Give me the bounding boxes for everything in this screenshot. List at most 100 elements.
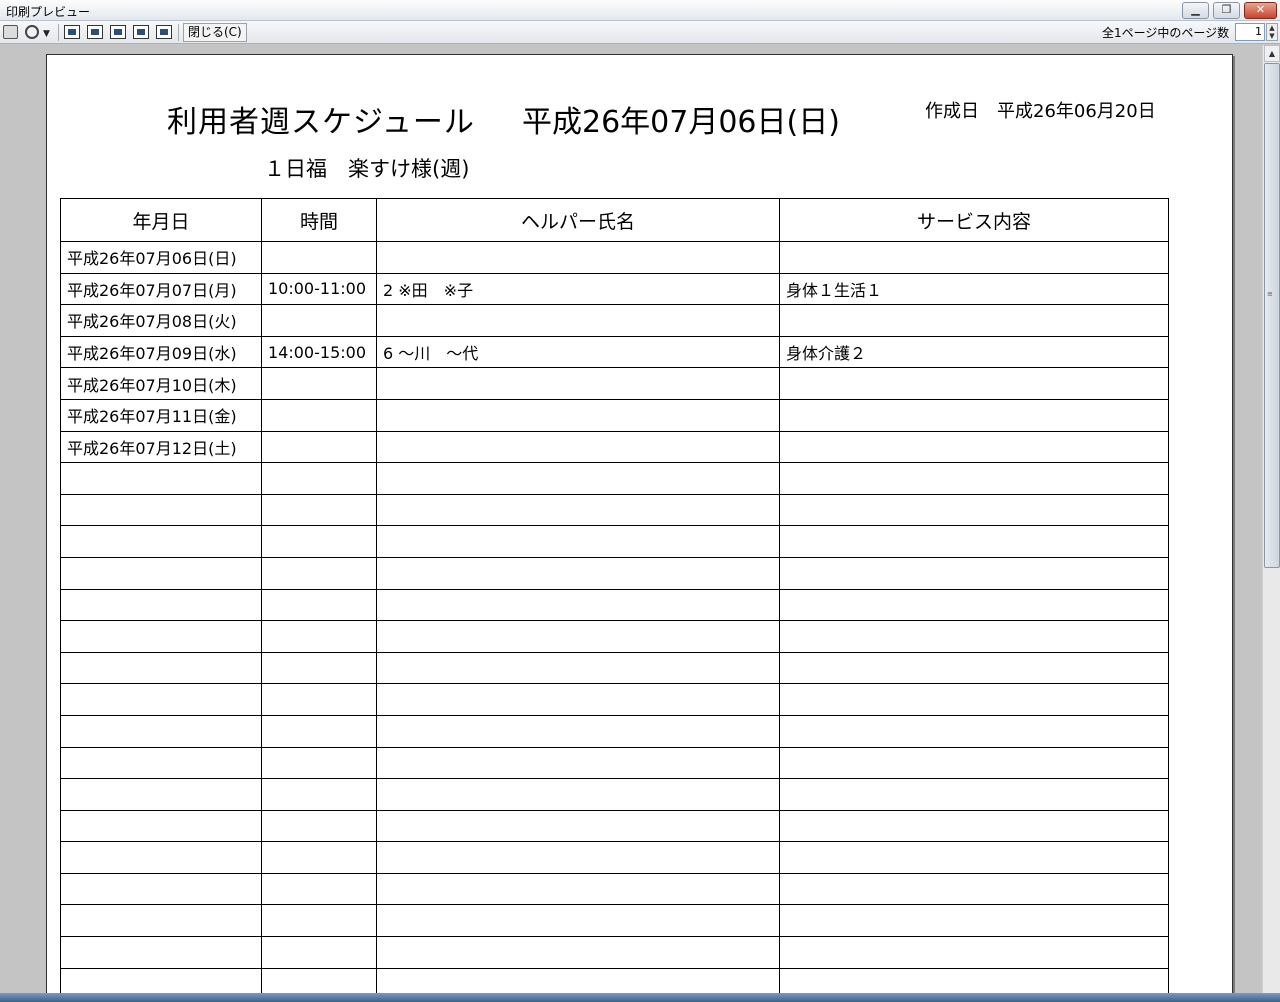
preview-area: 利用者週スケジュール 平成26年07月06日(日) 作成日 平成26年06月20… [0,45,1262,1002]
date-cell [60,651,262,685]
scroll-grip-icon: ≡ [1267,290,1273,298]
helper-cell [376,872,780,906]
service-cell [779,462,1169,495]
date-cell [60,841,262,874]
scrollbar-thumb[interactable] [1264,63,1280,568]
date-cell [60,588,262,622]
three-pages-icon[interactable] [110,25,126,39]
date-cell [60,620,262,653]
table-row [60,651,1169,685]
six-pages-icon[interactable] [156,25,172,39]
helper-cell [376,367,780,400]
table-row [60,872,1169,906]
time-cell [261,304,377,337]
time-cell [261,241,377,274]
two-pages-icon[interactable] [87,25,103,39]
helper-cell [376,241,780,274]
window-titlebar: 印刷プレビュー ▁ ❐ ✕ [0,0,1280,21]
date-cell: 平成26年07月07日(月) [60,272,262,306]
service-cell [779,651,1169,685]
service-cell [779,841,1169,874]
toolbar-separator [178,24,179,41]
time-cell [261,525,377,558]
table-row [60,809,1169,843]
time-cell [261,683,377,716]
column-header-time: 時間 [261,198,377,242]
table-row: 平成26年07月08日(火) [60,304,1169,337]
time-cell [261,556,377,590]
helper-cell [376,620,780,653]
time-cell: 10:00-11:00 [261,272,377,306]
date-cell [60,556,262,590]
service-cell [779,746,1169,780]
minimize-button[interactable]: ▁ [1182,2,1209,19]
toolbar-separator [58,24,59,41]
report-client-name: １日福 楽すけ様(週) [264,157,470,181]
service-cell [779,304,1169,337]
time-cell [261,588,377,622]
helper-cell: 6 ～川 ～代 [376,335,780,369]
date-cell [60,936,262,969]
table-row [60,493,1169,527]
time-cell [261,398,377,432]
time-cell [261,904,377,938]
table-row: 平成26年07月06日(日) [60,241,1169,274]
helper-cell [376,556,780,590]
close-window-button[interactable]: ✕ [1244,2,1277,19]
helper-cell [376,398,780,432]
time-cell [261,872,377,906]
service-cell [779,588,1169,622]
helper-cell [376,462,780,495]
helper-cell [376,778,780,811]
service-cell [779,936,1169,969]
scroll-up-icon[interactable]: ▲ [1264,45,1280,62]
service-cell [779,556,1169,590]
table-row: 平成26年07月07日(月) 10:00-11:00 2 ※田 ※子 身体１生活１ [60,272,1169,306]
table-row: 平成26年07月09日(水) 14:00-15:00 6 ～川 ～代 身体介護２ [60,335,1169,369]
service-cell [779,525,1169,558]
report-page: 利用者週スケジュール 平成26年07月06日(日) 作成日 平成26年06月20… [46,54,1233,1002]
zoom-icon[interactable] [25,25,39,39]
window-title: 印刷プレビュー [6,5,91,19]
service-cell [779,241,1169,274]
time-cell [261,367,377,400]
page-spinner[interactable]: ▲ ▼ [1266,23,1278,41]
time-cell [261,746,377,780]
helper-cell [376,525,780,558]
helper-cell [376,714,780,748]
four-pages-icon[interactable] [133,25,149,39]
table-row [60,778,1169,811]
service-cell: 身体介護２ [779,335,1169,369]
zoom-dropdown-icon[interactable]: ▼ [43,29,50,39]
print-icon[interactable] [3,25,18,39]
service-cell [779,493,1169,527]
service-cell [779,367,1169,400]
page-number-input[interactable]: 1 [1235,23,1265,41]
time-cell [261,462,377,495]
date-cell [60,683,262,716]
time-cell [261,936,377,969]
date-cell [60,904,262,938]
one-page-icon[interactable] [64,25,80,39]
table-row: 平成26年07月11日(金) [60,398,1169,432]
helper-cell [376,746,780,780]
vertical-scrollbar[interactable]: ▲ ≡ [1262,45,1280,1002]
service-cell [779,809,1169,843]
helper-cell: 2 ※田 ※子 [376,272,780,306]
helper-cell [376,904,780,938]
table-row [60,525,1169,558]
table-row [60,683,1169,716]
service-cell [779,904,1169,938]
date-cell [60,714,262,748]
date-cell: 平成26年07月10日(木) [60,367,262,400]
maximize-button[interactable]: ❐ [1213,2,1240,19]
service-cell [779,430,1169,464]
date-cell: 平成26年07月09日(水) [60,335,262,369]
time-cell [261,841,377,874]
time-cell [261,714,377,748]
close-preview-button[interactable]: 閉じる(C) [183,23,247,42]
time-cell [261,620,377,653]
time-cell [261,778,377,811]
table-row [60,714,1169,748]
table-row [60,841,1169,874]
